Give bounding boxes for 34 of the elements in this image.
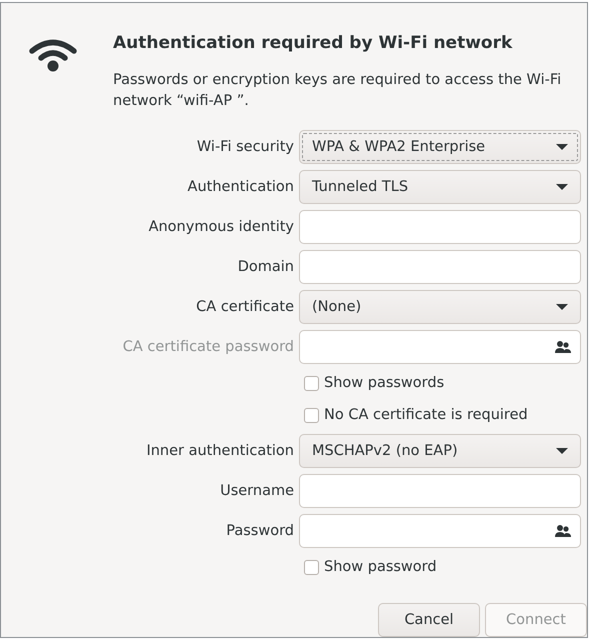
dropdown[interactable]: (None) — [299, 290, 581, 324]
field-label: CA certificate password — [122, 339, 294, 355]
dropdown[interactable]: Tunneled TLS — [299, 170, 581, 204]
input-field[interactable] — [299, 210, 581, 244]
caret-icon — [556, 144, 568, 150]
field-label: Domain — [238, 259, 294, 275]
caret-icon — [556, 448, 568, 454]
field-label: Password — [226, 523, 294, 539]
input-field[interactable] — [299, 250, 581, 284]
input-field[interactable] — [299, 474, 581, 508]
people-icon[interactable] — [555, 340, 571, 354]
field-label: Inner authentication — [146, 443, 294, 459]
dialog-message: Passwords or encryption keys are required to access the Wi-Fi network “wifi-AP ”. — [113, 71, 562, 111]
field-label: Wi-Fi security — [196, 139, 294, 155]
checkbox[interactable] — [304, 408, 319, 422]
dropdown[interactable]: MSCHAPv2 (no EAP) — [299, 434, 581, 468]
field-label: CA certificate — [196, 299, 294, 315]
checkbox[interactable] — [304, 560, 319, 574]
field-label: Authentication — [188, 179, 294, 195]
dialog-title: Authentication required by Wi-Fi network — [113, 33, 514, 53]
checkbox-option[interactable]: Show passwords — [304, 368, 444, 398]
password-field[interactable] — [299, 330, 581, 364]
checkbox[interactable] — [304, 376, 319, 390]
people-icon[interactable] — [555, 524, 571, 538]
password-field[interactable] — [299, 514, 581, 548]
dialog-button[interactable]: Cancel — [378, 603, 480, 637]
checkbox-option[interactable]: Show password — [304, 552, 437, 582]
checkbox-option[interactable]: No CA certificate is required — [304, 400, 528, 430]
caret-icon — [556, 304, 568, 310]
wifi-icon — [29, 38, 77, 72]
caret-icon — [556, 184, 568, 190]
field-label: Anonymous identity — [148, 219, 294, 235]
field-label: Username — [220, 483, 294, 499]
dropdown[interactable]: WPA & WPA2 Enterprise — [299, 130, 581, 164]
